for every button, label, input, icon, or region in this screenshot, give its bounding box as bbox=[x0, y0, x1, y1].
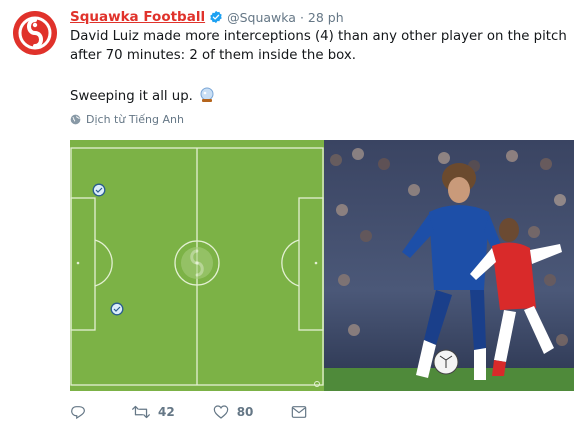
tweet-text-para2: Sweeping it all up. bbox=[70, 87, 215, 106]
reply-icon bbox=[71, 406, 85, 420]
tweet[interactable]: Squawka Football @Squawka · 28 ph David … bbox=[0, 0, 581, 429]
globe-icon bbox=[70, 114, 81, 125]
mail-icon bbox=[292, 406, 307, 418]
tweet-actions: 42 80 bbox=[70, 402, 470, 422]
tweet-header: Squawka Football @Squawka · 28 ph bbox=[70, 7, 344, 27]
retweet-count: 42 bbox=[158, 405, 175, 419]
retweet-icon bbox=[132, 405, 150, 419]
tweet-media[interactable] bbox=[70, 140, 574, 391]
tweet-text-sweeping: Sweeping it all up. bbox=[70, 89, 193, 104]
squawka-logo-icon bbox=[13, 11, 57, 55]
verified-badge-icon bbox=[210, 10, 222, 24]
tweet-text-line2: after 70 minutes: 2 of them inside the b… bbox=[70, 48, 356, 63]
author-name[interactable]: Squawka Football bbox=[70, 9, 205, 25]
player-photo-image bbox=[324, 140, 574, 391]
translate-label: Dịch từ Tiếng Anh bbox=[86, 113, 184, 126]
avatar[interactable] bbox=[13, 11, 57, 55]
like-button[interactable]: 80 bbox=[213, 404, 254, 420]
retweet-button[interactable]: 42 bbox=[132, 404, 175, 420]
translate-link[interactable]: Dịch từ Tiếng Anh bbox=[70, 113, 184, 126]
tweet-text: David Luiz made more interceptions (4) t… bbox=[70, 27, 570, 65]
interception-marker-icon[interactable] bbox=[110, 302, 124, 316]
timestamp[interactable]: 28 ph bbox=[308, 10, 344, 25]
heart-icon bbox=[213, 405, 228, 419]
tweet-text-line1: David Luiz made more interceptions (4) t… bbox=[70, 29, 567, 44]
reply-button[interactable] bbox=[70, 404, 94, 420]
direct-message-button[interactable] bbox=[291, 405, 315, 419]
player-photo[interactable] bbox=[324, 140, 574, 391]
broom-emoji-icon bbox=[200, 87, 214, 102]
interception-marker-icon[interactable] bbox=[92, 183, 106, 197]
author-handle[interactable]: @Squawka bbox=[227, 10, 296, 25]
pitch-lines bbox=[70, 140, 324, 391]
like-count: 80 bbox=[236, 405, 254, 419]
pitch-graphic[interactable] bbox=[70, 140, 324, 391]
separator: · bbox=[299, 9, 304, 25]
